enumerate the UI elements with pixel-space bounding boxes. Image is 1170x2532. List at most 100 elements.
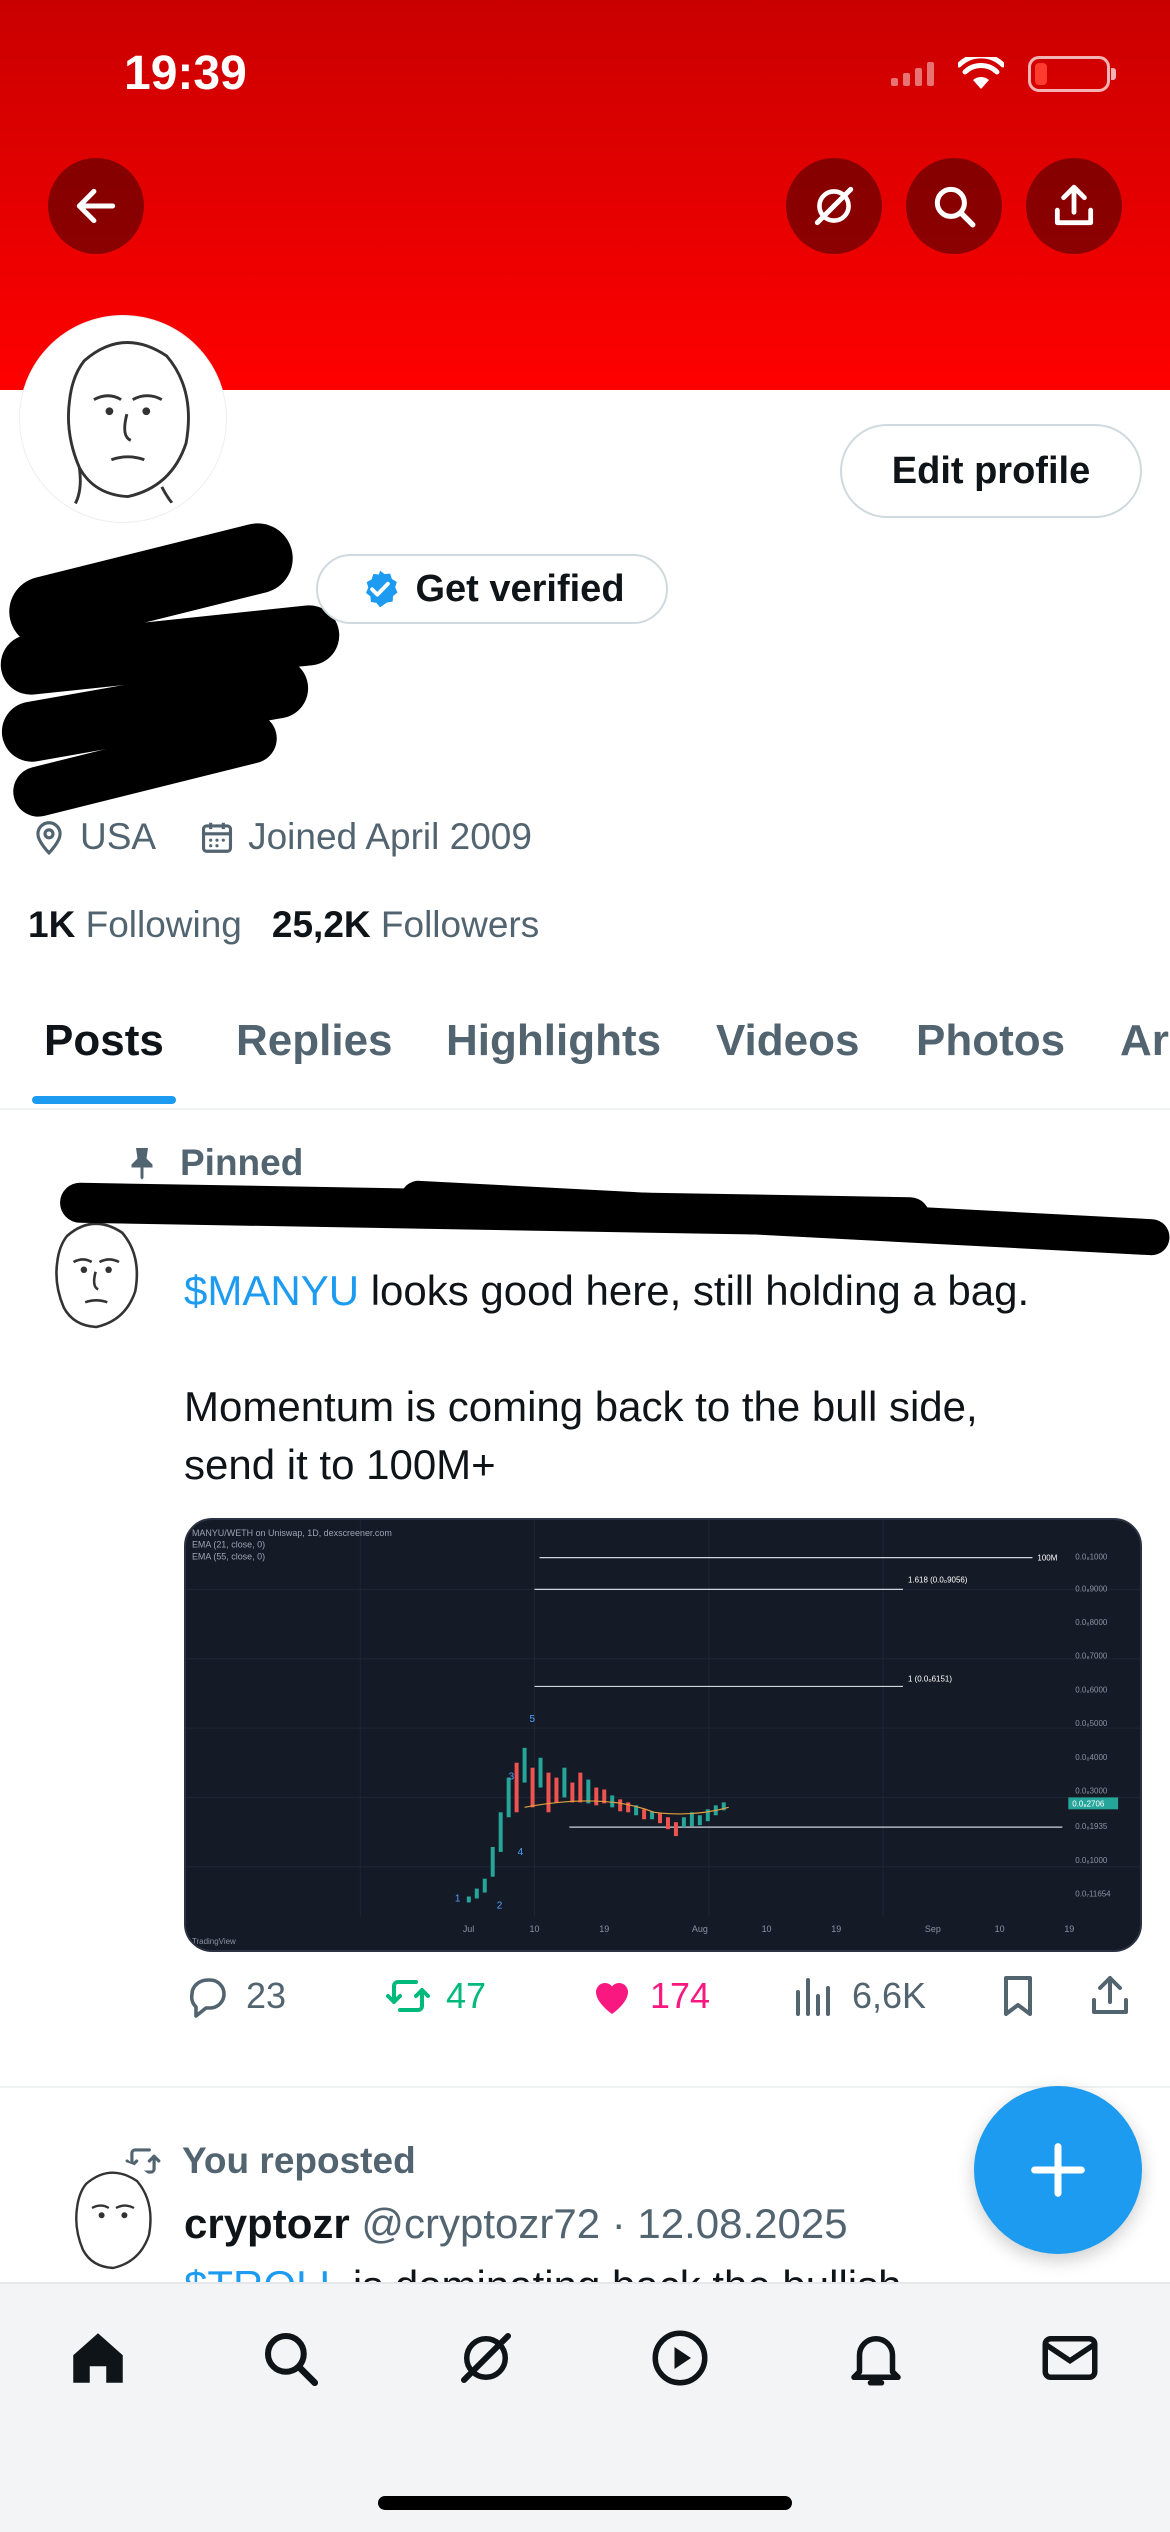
search-icon: [264, 2332, 319, 2387]
candles: [466, 1747, 726, 1903]
wave-label-1: 1: [455, 1893, 461, 1904]
profile-tabs: Posts Replies Highlights Videos Photos A…: [0, 1000, 1170, 1110]
repost-count: 47: [446, 1975, 487, 2016]
wave-label-3: 3: [509, 1772, 515, 1783]
bookmark-button[interactable]: [994, 1972, 1042, 2020]
bell-icon: [851, 2336, 901, 2386]
following-link[interactable]: 1K Following: [28, 904, 242, 946]
followers-link[interactable]: 25,2K Followers: [272, 904, 539, 946]
tweet2-text: $TROLL is dominating back the bullish: [184, 2262, 902, 2284]
reply-icon: [189, 1978, 226, 2018]
tab-photos[interactable]: Photos: [916, 1016, 1065, 1066]
heart-filled-icon: [596, 1983, 628, 2014]
bottom-navigation: [0, 2282, 1170, 2532]
home-indicator: [378, 2496, 792, 2510]
calendar-icon: [202, 822, 233, 853]
compose-button[interactable]: [974, 2086, 1142, 2254]
wave-label-4: 4: [518, 1847, 524, 1858]
tweet2-display-name[interactable]: cryptozr: [184, 2200, 350, 2247]
x-tick-4: 10: [762, 1924, 772, 1934]
signal-icon: [891, 62, 934, 86]
share-icon: [1054, 184, 1094, 226]
views-button[interactable]: 6,6K: [790, 1972, 926, 2020]
follow-stats: 1K Following 25,2K Followers: [28, 904, 539, 946]
verified-badge-icon: [366, 570, 398, 608]
wave-label-2: 2: [497, 1900, 503, 1911]
x-tick-5: 19: [831, 1924, 841, 1934]
reply-count: 23: [246, 1975, 287, 2016]
profile-avatar[interactable]: [20, 316, 226, 522]
wojak-face-icon: [55, 1222, 139, 1329]
reply-button[interactable]: 23: [184, 1972, 286, 2020]
y-tick-7: 0.0₈3000: [1075, 1786, 1108, 1795]
tweet-body: $MANYU looks good here, still holding a …: [184, 1262, 1124, 1494]
tweet-avatar[interactable]: [28, 1210, 158, 1340]
y-tick-4: 0.0₈6000: [1075, 1685, 1108, 1694]
following-label: Following: [85, 904, 242, 945]
repost-indicator: You reposted: [124, 2140, 416, 2182]
y-tick-2: 0.0₈8000: [1075, 1618, 1108, 1627]
x-tick-0: Jul: [463, 1924, 474, 1934]
active-tab-indicator: [32, 1096, 176, 1104]
tweet-line-1: $MANYU looks good here, still holding a …: [184, 1262, 1124, 1320]
y-tick-5: 0.0₈5000: [1075, 1719, 1108, 1728]
tab-videos[interactable]: Videos: [716, 1016, 859, 1066]
views-bar-chart-icon: [796, 1978, 830, 2016]
pin-icon: [131, 1148, 153, 1180]
tweet-line-3: send it to 100M+: [184, 1441, 496, 1488]
location-pin-icon: [36, 821, 62, 856]
chart-fib-1: 1 (0.0₀6151): [908, 1675, 952, 1684]
x-tick-8: 19: [1064, 1924, 1074, 1934]
tweet2-text-rest: is dominating back the bullish: [341, 2262, 902, 2284]
grok-button[interactable]: [786, 158, 882, 254]
y-tick-0: 0.0₈1000: [1075, 1553, 1108, 1562]
tab-replies[interactable]: Replies: [236, 1016, 393, 1066]
tweet-actions: 23 47 174 6,6K: [184, 1972, 1144, 2032]
joined-text: Joined April 2009: [248, 816, 532, 857]
chart-ema2-text: EMA (55, close, 0): [192, 1552, 265, 1562]
nav-home[interactable]: [58, 2318, 138, 2398]
nav-notifications[interactable]: [836, 2318, 916, 2398]
tweet2-handle-date: @cryptozr72 · 12.08.2025: [349, 2200, 848, 2247]
x-tick-1: 10: [530, 1924, 540, 1934]
nav-messages[interactable]: [1030, 2318, 1110, 2398]
chart-fib-1618: 1.618 (0.0₀9056): [908, 1575, 968, 1584]
home-icon: [73, 2333, 123, 2383]
bookmark-icon: [1004, 1976, 1032, 2016]
y-tick-9: 0.0₈1000: [1075, 1856, 1108, 1865]
share-tweet-button[interactable]: [1086, 1972, 1134, 2020]
candlestick-chart-image: MANYU/WETH on Uniswap, 1D, dexscreener.c…: [186, 1520, 1140, 1946]
x-tick-6: Sep: [925, 1924, 941, 1934]
nav-search[interactable]: [250, 2318, 330, 2398]
y-tick-3: 0.0₈7000: [1075, 1652, 1108, 1661]
get-verified-button[interactable]: Get verified: [316, 554, 668, 624]
nav-video[interactable]: [640, 2318, 720, 2398]
repost-button[interactable]: 47: [384, 1972, 486, 2020]
share-profile-button[interactable]: [1026, 158, 1122, 254]
cashtag-link[interactable]: $MANYU: [184, 1267, 359, 1314]
tweet-separator: [0, 2086, 1170, 2088]
x-tick-2: 19: [599, 1924, 609, 1934]
play-icon: [652, 2330, 708, 2386]
plus-icon: [1031, 2143, 1085, 2197]
tradingview-watermark: TradingView: [192, 1937, 236, 1946]
back-button[interactable]: [48, 158, 144, 254]
location-text: USA: [80, 816, 157, 857]
nav-grok[interactable]: [446, 2318, 526, 2398]
tab-articles[interactable]: Ar: [1120, 1016, 1169, 1066]
tab-highlights[interactable]: Highlights: [446, 1016, 661, 1066]
search-button[interactable]: [906, 158, 1002, 254]
profile-meta: USA Joined April 2009: [30, 816, 532, 858]
tweet2-cashtag[interactable]: $TROLL: [184, 2262, 341, 2284]
chart-ema1-text: EMA (21, close, 0): [192, 1540, 265, 1550]
repost-label: You reposted: [182, 2140, 416, 2181]
tweet-media-chart[interactable]: MANYU/WETH on Uniswap, 1D, dexscreener.c…: [184, 1518, 1142, 1952]
tweet-avatar-2[interactable]: [50, 2160, 170, 2280]
like-button[interactable]: 174: [588, 1972, 710, 2020]
tab-posts[interactable]: Posts: [44, 1016, 164, 1066]
y-tick-8: 0.0₈1935: [1075, 1822, 1108, 1831]
wifi-icon: [958, 57, 1004, 89]
edit-profile-button[interactable]: Edit profile: [840, 424, 1142, 518]
redacted-tweet-header-2: [399, 1179, 1170, 1257]
followers-label: Followers: [380, 904, 540, 945]
